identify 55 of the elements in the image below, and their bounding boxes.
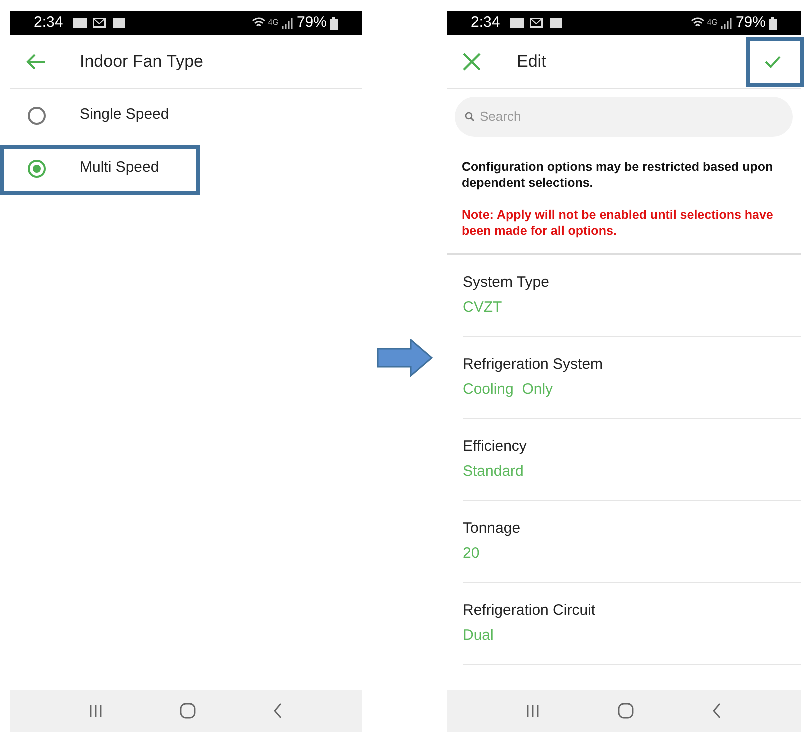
recent-apps-icon[interactable]	[526, 704, 540, 718]
setting-value: Dual	[463, 626, 495, 646]
info-text: Configuration options may be restricted based upon dependent selections.	[461, 159, 774, 191]
setting-row[interactable]: System Type CVZT	[463, 255, 801, 337]
highlight-frame	[746, 37, 804, 87]
search-field[interactable]: Search	[455, 97, 793, 137]
signal-icon	[280, 17, 293, 29]
mail-icon	[93, 18, 106, 28]
search-input[interactable]: Search	[480, 107, 783, 127]
screen-title: Indoor Fan Type	[80, 50, 204, 73]
note-text: Note: Apply will not be enabled until selections have been made for all options.	[447, 191, 801, 255]
setting-value: 20	[463, 544, 481, 564]
battery-icon	[769, 16, 777, 30]
setting-label: Efficiency	[463, 437, 528, 457]
clock-time: 2:34	[34, 12, 64, 33]
setting-row[interactable]: Efficiency Standard	[463, 419, 801, 501]
option-label: Multi Speed	[80, 158, 160, 178]
setting-label: Refrigeration System	[463, 355, 604, 375]
setting-row[interactable]: Refrigeration System Cooling Only	[463, 337, 801, 419]
clock-time: 2:34	[471, 12, 500, 33]
network-label: 4G	[707, 17, 718, 29]
checkmark-icon[interactable]	[765, 56, 781, 68]
home-icon[interactable]	[180, 703, 196, 719]
radio-option[interactable]: Multi Speed	[10, 142, 362, 195]
back-arrow-icon[interactable]	[26, 52, 46, 70]
setting-value: Cooling Only	[463, 380, 554, 400]
setting-label: System Type	[463, 273, 550, 293]
home-icon[interactable]	[618, 703, 634, 719]
recent-apps-icon[interactable]	[88, 704, 103, 718]
mail-icon	[530, 18, 544, 28]
search-icon	[465, 112, 475, 122]
radio-button[interactable]	[28, 160, 46, 178]
close-icon[interactable]	[463, 52, 481, 70]
setting-value: Standard	[463, 462, 525, 482]
screen-title: Edit	[517, 50, 546, 73]
radio-option[interactable]: Single Speed	[10, 89, 362, 142]
image-icon	[550, 18, 562, 28]
notification-icon	[510, 18, 524, 28]
setting-row[interactable]: Tonnage 20	[463, 501, 801, 583]
setting-value: CVZT	[463, 298, 504, 318]
back-icon[interactable]	[712, 703, 722, 719]
radio-button[interactable]	[28, 106, 46, 124]
back-icon[interactable]	[273, 703, 284, 719]
battery-icon	[330, 16, 338, 30]
setting-label: Tonnage	[463, 519, 522, 539]
battery-percent: 79%	[296, 12, 327, 33]
signal-icon	[720, 17, 732, 29]
network-label: 4G	[268, 17, 279, 29]
option-label: Single Speed	[80, 105, 170, 126]
setting-label: Refrigeration Circuit	[463, 601, 597, 621]
image-icon	[113, 18, 126, 28]
notification-icon	[73, 18, 88, 28]
right-arrow-icon	[376, 339, 432, 377]
setting-row[interactable]: Refrigeration Circuit Dual	[463, 583, 801, 665]
battery-percent: 79%	[736, 12, 766, 33]
